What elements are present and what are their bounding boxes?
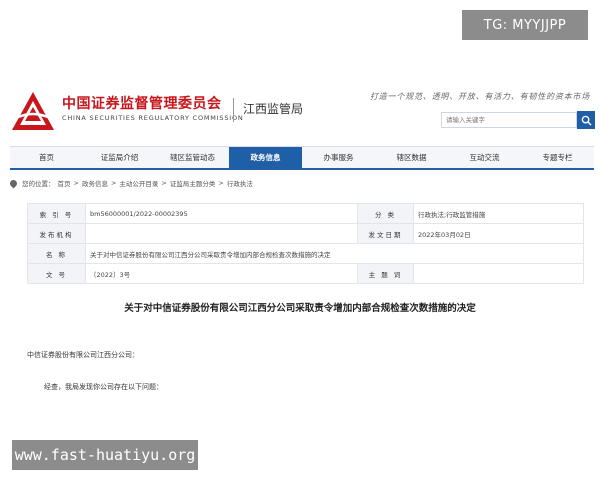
breadcrumb-separator: >	[161, 179, 167, 187]
nav-item-home[interactable]: 首页	[10, 147, 83, 168]
nav-item-services[interactable]: 办事服务	[302, 147, 375, 168]
table-row: 文 号 〔2022〕3号 主 题 词	[27, 263, 584, 284]
nav-item-gov-info[interactable]: 政务信息	[229, 147, 302, 168]
breadcrumb-item-gov-info[interactable]: 政务信息	[82, 178, 108, 188]
breadcrumb-item-public-catalog[interactable]: 主动公开目录	[119, 178, 158, 188]
meta-label-name: 名 称	[27, 243, 86, 264]
meta-label-index: 索 引 号	[27, 203, 86, 224]
meta-label-docno: 文 号	[27, 263, 86, 284]
csrc-logo-icon[interactable]	[10, 90, 56, 132]
meta-value-issuer	[85, 223, 358, 244]
nav-item-special-topics[interactable]: 专题专栏	[521, 147, 594, 168]
breadcrumb-separator: >	[110, 179, 117, 187]
table-row: 名 称 关于对中信证券股份有限公司江西分公司采取责令增加内部合规检查次数措施的决…	[27, 243, 584, 264]
breadcrumb-separator: >	[218, 179, 224, 187]
breadcrumb-prefix: 您的位置：	[22, 180, 55, 188]
site-header: 中国证券监督管理委员会 CHINA SECURITIES REGULATORY …	[0, 84, 600, 142]
main-nav: 首页 证监局介绍 辖区监管动态 政务信息 办事服务 辖区数据 互动交流 专题专栏	[10, 146, 594, 170]
breadcrumb-item-topic-category[interactable]: 证监局主题分类	[170, 178, 216, 188]
meta-value-date: 2022年03月02日	[413, 223, 584, 244]
location-pin-icon	[8, 178, 19, 188]
nav-item-regulatory-news[interactable]: 辖区监管动态	[156, 147, 229, 168]
watermark-url: www.fast-huatiyu.org	[12, 440, 198, 470]
table-row: 索 引 号 bm56000001/2022-00002395 分 类 行政执法;…	[27, 203, 584, 224]
meta-value-index: bm56000001/2022-00002395	[85, 203, 358, 224]
table-row: 发布机构 发文日期 2022年03月02日	[27, 223, 584, 244]
breadcrumb-item-home[interactable]: 首页	[58, 178, 71, 188]
meta-value-docno: 〔2022〕3号	[85, 263, 358, 284]
nav-item-region-data[interactable]: 辖区数据	[375, 147, 448, 168]
meta-value-category: 行政执法;行政监管措施	[413, 203, 584, 224]
header-slogan: 打造一个规范、透明、开放、有活力、有韧性的资本市场	[370, 92, 590, 101]
header-divider	[233, 98, 234, 122]
meta-label-issuer: 发布机构	[27, 223, 86, 244]
document-title: 关于对中信证券股份有限公司江西分公司采取责令增加内部合规检查次数措施的决定	[124, 303, 476, 314]
breadcrumb-item-enforcement[interactable]: 行政执法	[227, 178, 253, 188]
meta-label-subject: 主 题 词	[357, 263, 414, 284]
document-addressee: 中信证券股份有限公司江西分公司：	[27, 351, 139, 359]
breadcrumb-separator: >	[73, 179, 79, 187]
org-name-cn: 中国证券监督管理委员会	[62, 96, 222, 112]
tg-badge: TG: MYYJJPP	[462, 10, 588, 40]
breadcrumb: 您的位置： 首页 > 政务信息 > 主动公开目录 > 证监局主题分类 > 行政执…	[8, 178, 253, 188]
search-button[interactable]	[577, 111, 595, 129]
search-input[interactable]: 请输入关键字	[441, 112, 577, 128]
meta-label-category: 分 类	[357, 203, 414, 224]
meta-value-subject	[413, 263, 584, 284]
document-body-paragraph: 经查，我局发现你公司存在以下问题：	[44, 383, 163, 391]
meta-value-name: 关于对中信证券股份有限公司江西分公司采取责令增加内部合规检查次数措施的决定	[85, 243, 584, 264]
nav-item-interaction[interactable]: 互动交流	[448, 147, 521, 168]
meta-label-date: 发文日期	[357, 223, 414, 244]
document-meta-table: 索 引 号 bm56000001/2022-00002395 分 类 行政执法;…	[27, 203, 584, 284]
nav-item-bureau-intro[interactable]: 证监局介绍	[83, 147, 156, 168]
search-icon	[581, 115, 592, 126]
org-name-en: CHINA SECURITIES REGULATORY COMMISSION	[62, 114, 244, 122]
bureau-name: 江西监管局	[243, 102, 304, 116]
